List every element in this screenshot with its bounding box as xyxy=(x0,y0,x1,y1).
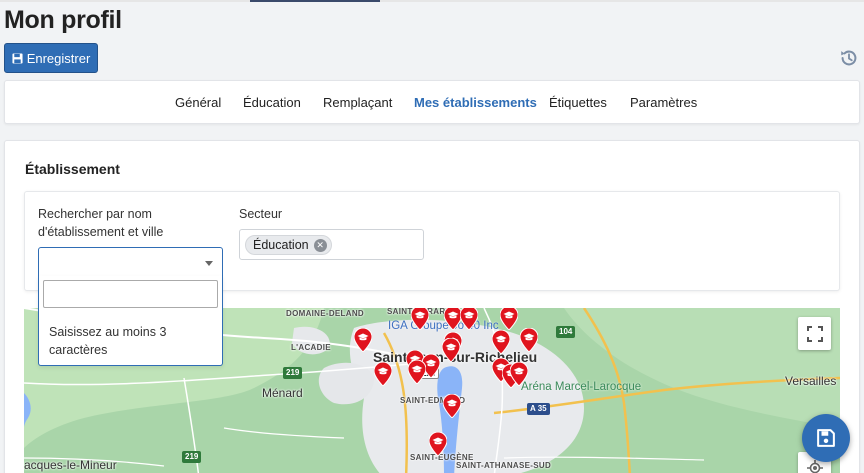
close-icon[interactable]: ✕ xyxy=(313,239,327,252)
page-title: Mon profil xyxy=(4,6,122,34)
sector-label: Secteur xyxy=(239,207,283,221)
school-pin-icon[interactable] xyxy=(520,328,538,352)
establishment-dropdown: Saisissez au moins 3 caractères xyxy=(38,276,223,366)
tab-mes-etablissements[interactable]: Mes établissements xyxy=(414,95,537,110)
map-poi-arena[interactable]: Aréna Marcel-Larocque xyxy=(521,381,641,393)
section-title: Établissement xyxy=(25,161,120,177)
dropdown-message-line2: caractères xyxy=(49,343,108,357)
map-town-menard: Ménard xyxy=(262,386,303,400)
map-shield-219-a: 219 xyxy=(283,367,303,379)
caret-down-icon xyxy=(205,261,213,266)
floppy-disk-icon xyxy=(817,429,835,447)
sector-chip: Éducation ✕ xyxy=(245,235,332,255)
sector-chip-label: Éducation xyxy=(253,238,309,252)
school-pin-icon[interactable] xyxy=(443,394,461,418)
tab-parametres[interactable]: Paramètres xyxy=(630,95,697,110)
tab-etiquettes[interactable]: Étiquettes xyxy=(549,95,607,110)
school-pin-icon[interactable] xyxy=(354,328,372,352)
fullscreen-button[interactable] xyxy=(798,317,831,350)
school-pin-icon[interactable] xyxy=(460,308,478,330)
fullscreen-icon xyxy=(806,325,823,342)
floppy-disk-icon xyxy=(12,52,23,64)
establishment-search-input[interactable] xyxy=(43,280,218,308)
map-label-saint-athanase-sud: SAINT-ATHANASE-SUD xyxy=(456,461,552,470)
school-pin-icon[interactable] xyxy=(492,330,510,354)
school-pin-icon[interactable] xyxy=(429,432,447,456)
floating-save-button[interactable] xyxy=(802,414,850,462)
school-pin-icon[interactable] xyxy=(510,362,528,386)
dropdown-message: Saisissez au moins 3 caractères xyxy=(49,323,209,359)
tab-education[interactable]: Éducation xyxy=(243,95,301,110)
top-accent-bar xyxy=(0,0,864,2)
dropdown-message-line1: Saisissez au moins 3 xyxy=(49,325,167,339)
map-shield-104: 104 xyxy=(556,326,576,338)
sector-multiselect[interactable]: Éducation ✕ xyxy=(239,229,424,260)
search-label-line1: Rechercher par nom xyxy=(38,207,152,221)
school-pin-icon[interactable] xyxy=(500,308,518,330)
map-town-sud: acques-le-Mineur xyxy=(24,458,117,472)
school-pin-icon[interactable] xyxy=(408,360,426,384)
map-town-versailles: Versailles xyxy=(785,374,837,388)
school-pin-icon[interactable] xyxy=(374,362,392,386)
my-location-icon xyxy=(806,460,823,473)
map-label-lacadie: L'ACADIE xyxy=(291,343,331,352)
map-label-domaine-deland: DOMAINE-DELAND xyxy=(286,309,364,318)
map-shield-a35: A 35 xyxy=(527,403,550,415)
map-shield-219-b: 219 xyxy=(182,451,202,463)
tab-general[interactable]: Général xyxy=(175,95,221,110)
history-icon[interactable] xyxy=(838,47,860,69)
tabs-bar: Général Éducation Remplaçant Mes établis… xyxy=(4,80,860,124)
school-pin-icon[interactable] xyxy=(442,338,460,362)
tab-remplacant[interactable]: Remplaçant xyxy=(323,95,392,110)
establishment-select[interactable] xyxy=(38,247,223,277)
save-button[interactable]: Enregistrer xyxy=(4,43,98,73)
save-button-label: Enregistrer xyxy=(26,50,91,66)
search-label-line2: d'établissement et ville xyxy=(38,225,164,239)
school-pin-icon[interactable] xyxy=(411,308,429,330)
